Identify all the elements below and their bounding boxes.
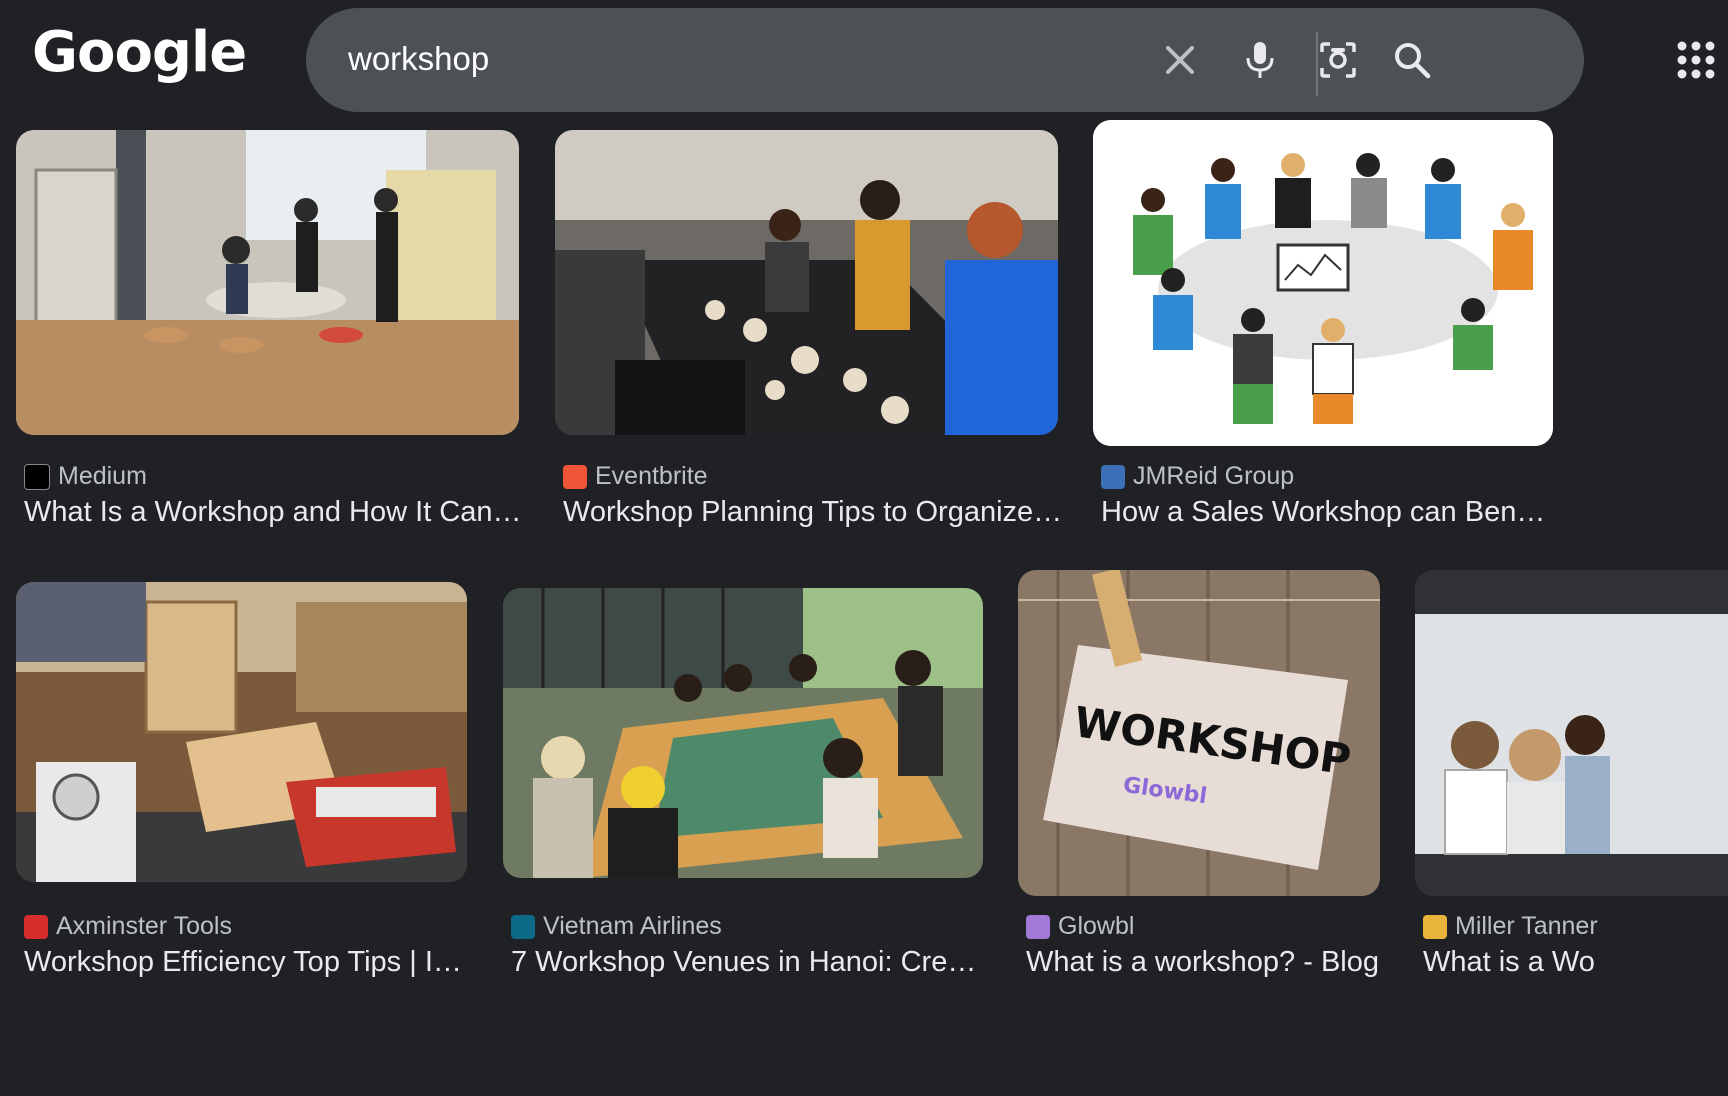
- miller-tanner-favicon-icon: [1423, 914, 1447, 939]
- medium-favicon-icon: [24, 463, 50, 490]
- result-thumbnail[interactable]: [555, 130, 1058, 435]
- search-bar[interactable]: workshop: [306, 8, 1584, 112]
- result-source[interactable]: Medium: [24, 462, 147, 491]
- search-icon[interactable]: [1390, 38, 1434, 82]
- result-source[interactable]: Axminster Tools: [24, 912, 232, 941]
- result-card[interactable]: WORKSHOP Glowbl Glowbl What is a worksho…: [1018, 570, 1398, 990]
- result-title[interactable]: Workshop Efficiency Top Tips | Insi…: [24, 946, 474, 979]
- result-thumbnail[interactable]: [16, 582, 467, 882]
- result-card[interactable]: Axminster Tools Workshop Efficiency Top …: [16, 570, 486, 990]
- result-source[interactable]: Glowbl: [1026, 912, 1134, 941]
- jmreid-favicon-icon: [1101, 464, 1125, 489]
- result-card[interactable]: Medium What Is a Workshop and How It Can…: [16, 120, 536, 540]
- result-source[interactable]: Eventbrite: [563, 462, 708, 491]
- vietnam-airlines-favicon-icon: [511, 914, 535, 939]
- result-title[interactable]: What is a Wo: [1423, 946, 1728, 979]
- glowbl-favicon-icon: [1026, 914, 1050, 939]
- result-source[interactable]: Vietnam Airlines: [511, 912, 722, 941]
- result-card[interactable]: JMReid Group How a Sales Workshop can Be…: [1093, 120, 1563, 540]
- result-title[interactable]: 7 Workshop Venues in Hanoi: Creativ…: [511, 946, 981, 979]
- clear-icon[interactable]: [1158, 38, 1202, 82]
- result-card[interactable]: Miller Tanner What is a Wo: [1415, 570, 1728, 990]
- result-thumbnail[interactable]: [1415, 570, 1728, 896]
- mic-icon[interactable]: [1238, 38, 1282, 82]
- result-title[interactable]: How a Sales Workshop can Benefit …: [1101, 496, 1551, 529]
- result-thumbnail[interactable]: [1093, 120, 1553, 446]
- result-thumbnail[interactable]: [16, 130, 519, 435]
- result-title[interactable]: What Is a Workshop and How It Can Bo…: [24, 496, 524, 529]
- result-source[interactable]: Miller Tanner: [1423, 912, 1598, 941]
- result-source[interactable]: JMReid Group: [1101, 462, 1294, 491]
- apps-grid-icon[interactable]: [1676, 40, 1716, 80]
- result-thumbnail[interactable]: WORKSHOP Glowbl: [1018, 570, 1380, 896]
- result-title[interactable]: What is a workshop? - Blog: [1026, 946, 1396, 979]
- eventbrite-favicon-icon: [563, 464, 587, 489]
- axminster-favicon-icon: [24, 914, 48, 939]
- search-input[interactable]: workshop: [348, 40, 489, 78]
- result-thumbnail[interactable]: [503, 588, 983, 878]
- google-logo[interactable]: Google: [32, 20, 247, 85]
- lens-icon[interactable]: [1316, 38, 1360, 82]
- result-card[interactable]: Eventbrite Workshop Planning Tips to Org…: [555, 120, 1075, 540]
- result-card[interactable]: Vietnam Airlines 7 Workshop Venues in Ha…: [503, 570, 1003, 990]
- result-title[interactable]: Workshop Planning Tips to Organize, D…: [563, 496, 1063, 529]
